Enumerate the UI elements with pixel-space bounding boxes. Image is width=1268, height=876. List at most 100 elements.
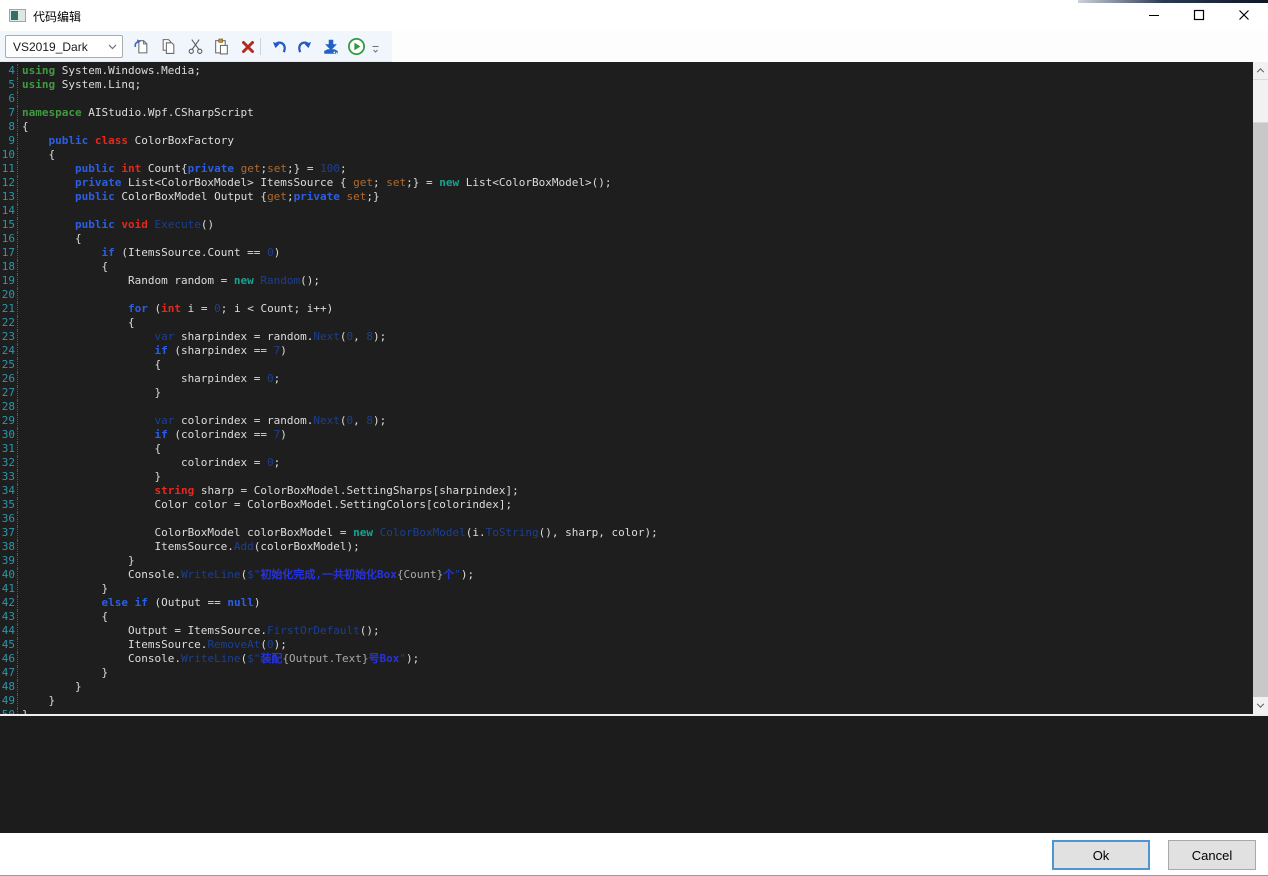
line-number: 35: [0, 498, 18, 512]
theme-select[interactable]: VS2019_Dark: [5, 35, 123, 58]
toolbar-overflow-button[interactable]: [368, 39, 382, 57]
code-line: 5using System.Linq;: [0, 78, 1253, 92]
code-line: 4using System.Windows.Media;: [0, 64, 1253, 78]
toolbar-separator: [260, 38, 261, 55]
code-line: 39 }: [0, 554, 1253, 568]
chevron-down-icon: [108, 44, 117, 50]
code-edit-window: 代码编辑 VS2019_Dark: [0, 0, 1268, 876]
line-number: 44: [0, 624, 18, 638]
code-line: 40 Console.WriteLine($"初始化完成,一共初始化Box{Co…: [0, 568, 1253, 582]
redo-icon: [296, 38, 314, 56]
save-button[interactable]: [318, 34, 343, 59]
code-line: 28: [0, 400, 1253, 414]
code-line: 36: [0, 512, 1253, 526]
redo-button[interactable]: [292, 34, 317, 59]
code-line: 45 ItemsSource.RemoveAt(0);: [0, 638, 1253, 652]
code-line: 44 Output = ItemsSource.FirstOrDefault()…: [0, 624, 1253, 638]
maximize-icon: [1193, 9, 1205, 21]
line-number: 36: [0, 512, 18, 526]
line-number: 6: [0, 92, 18, 106]
code-line: 37 ColorBoxModel colorBoxModel = new Col…: [0, 526, 1253, 540]
line-number: 42: [0, 596, 18, 610]
paste-icon: [213, 38, 230, 55]
code-line: 26 sharpindex = 0;: [0, 372, 1253, 386]
code-line: 8{: [0, 120, 1253, 134]
line-number: 5: [0, 78, 18, 92]
undo-button[interactable]: [266, 34, 291, 59]
code-line: 33 }: [0, 470, 1253, 484]
line-number: 8: [0, 120, 18, 134]
code-line: 30 if (colorindex == 7): [0, 428, 1253, 442]
line-number: 18: [0, 260, 18, 274]
code-line: 11 public int Count{private get;set;} = …: [0, 162, 1253, 176]
line-number: 14: [0, 204, 18, 218]
scrollbar-down-button[interactable]: [1253, 697, 1268, 714]
toolbar: VS2019_Dark: [0, 31, 1268, 62]
delete-button[interactable]: [235, 34, 260, 59]
line-number: 33: [0, 470, 18, 484]
background-window-edge: [1078, 0, 1268, 3]
theme-select-value: VS2019_Dark: [13, 40, 88, 54]
scrollbar-up-button[interactable]: [1253, 62, 1268, 79]
line-number: 49: [0, 694, 18, 708]
line-number: 29: [0, 414, 18, 428]
ok-button[interactable]: Ok: [1052, 840, 1150, 870]
code-line: 23 var sharpindex = random.Next(0, 8);: [0, 330, 1253, 344]
code-line: 10 {: [0, 148, 1253, 162]
code-line: 35 Color color = ColorBoxModel.SettingCo…: [0, 498, 1253, 512]
code-line: 48 }: [0, 680, 1253, 694]
editor-scrollbar[interactable]: [1253, 62, 1268, 714]
line-number: 43: [0, 610, 18, 624]
chevron-down-icon: [1256, 703, 1265, 708]
line-number: 24: [0, 344, 18, 358]
ok-button-label: Ok: [1093, 848, 1110, 863]
line-number: 21: [0, 302, 18, 316]
line-number: 15: [0, 218, 18, 232]
line-number: 41: [0, 582, 18, 596]
code-line: 38 ItemsSource.Add(colorBoxModel);: [0, 540, 1253, 554]
code-line: 47 }: [0, 666, 1253, 680]
paste-button[interactable]: [209, 34, 234, 59]
window-title: 代码编辑: [33, 8, 81, 25]
line-number: 45: [0, 638, 18, 652]
line-number: 23: [0, 330, 18, 344]
copy-icon: [160, 38, 177, 55]
line-number: 38: [0, 540, 18, 554]
maximize-button[interactable]: [1182, 2, 1216, 28]
line-number: 17: [0, 246, 18, 260]
code-line: 49 }: [0, 694, 1253, 708]
output-pane[interactable]: [0, 716, 1268, 833]
undo-icon: [270, 38, 288, 56]
code-line: 14: [0, 204, 1253, 218]
line-number: 10: [0, 148, 18, 162]
title-bar: 代码编辑: [0, 0, 1268, 32]
cancel-button-label: Cancel: [1192, 848, 1232, 863]
new-document-button[interactable]: [129, 34, 154, 59]
scrollbar-thumb[interactable]: [1253, 79, 1268, 123]
close-button[interactable]: [1227, 2, 1261, 28]
line-number: 34: [0, 484, 18, 498]
cancel-button[interactable]: Cancel: [1168, 840, 1256, 870]
code-line: 46 Console.WriteLine($"装配{Output.Text}号B…: [0, 652, 1253, 666]
overflow-icon: [371, 42, 380, 55]
line-number: 30: [0, 428, 18, 442]
footer-bar: Ok Cancel: [0, 833, 1268, 875]
code-editor[interactable]: 4using System.Windows.Media;5using Syste…: [0, 62, 1253, 714]
code-line: 34 string sharp = ColorBoxModel.SettingS…: [0, 484, 1253, 498]
line-number: 46: [0, 652, 18, 666]
minimize-icon: [1148, 9, 1160, 21]
code-line: 15 public void Execute(): [0, 218, 1253, 232]
code-lines: 4using System.Windows.Media;5using Syste…: [0, 64, 1253, 714]
line-number: 4: [0, 64, 18, 78]
minimize-button[interactable]: [1137, 2, 1171, 28]
cut-button[interactable]: [183, 34, 208, 59]
code-line: 12 private List<ColorBoxModel> ItemsSour…: [0, 176, 1253, 190]
code-line: 21 for (int i = 0; i < Count; i++): [0, 302, 1253, 316]
line-number: 16: [0, 232, 18, 246]
copy-button[interactable]: [156, 34, 181, 59]
line-number: 12: [0, 176, 18, 190]
run-button[interactable]: [344, 34, 369, 59]
code-line: 27 }: [0, 386, 1253, 400]
code-line: 6: [0, 92, 1253, 106]
code-line: 43 {: [0, 610, 1253, 624]
